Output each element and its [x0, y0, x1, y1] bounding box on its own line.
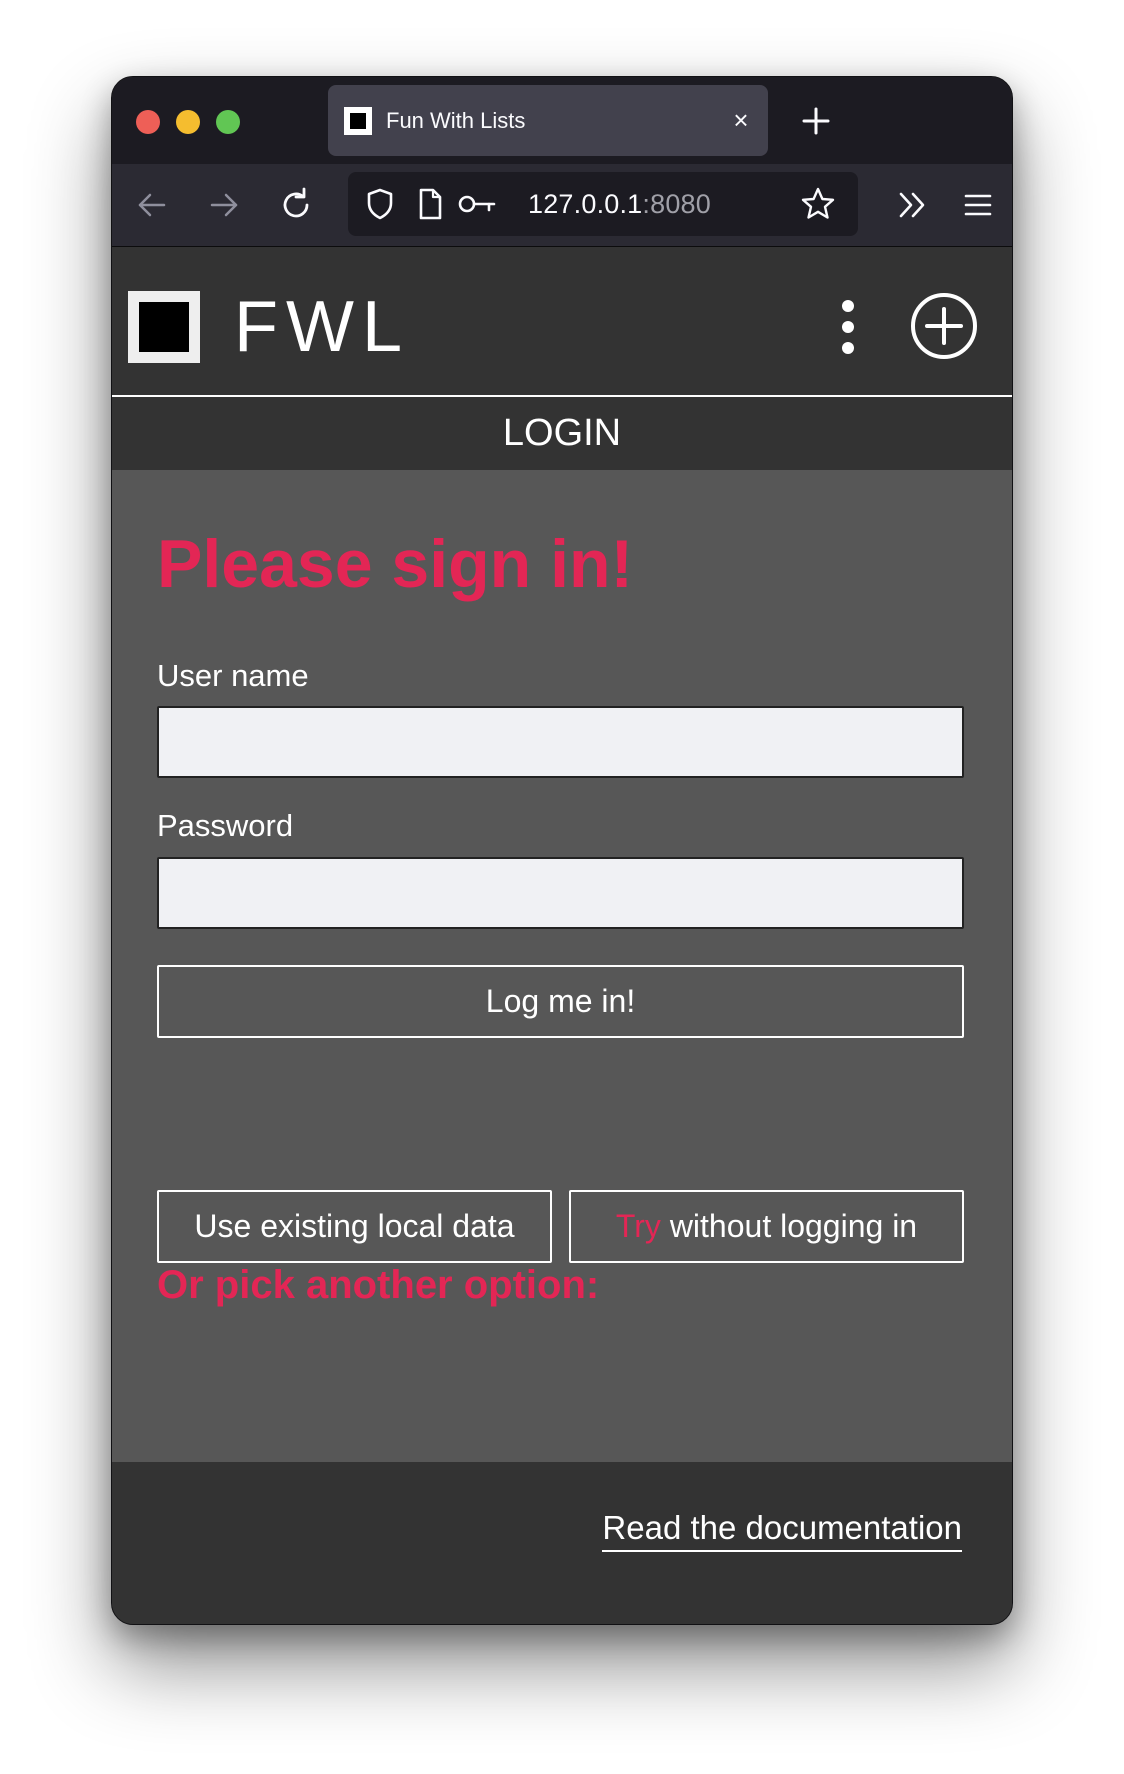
browser-window: Fun With Lists × 127.0.0.1:8080 FWL LOGI… [111, 76, 1013, 1625]
username-input[interactable] [157, 706, 964, 778]
minimize-window-button[interactable] [176, 110, 200, 134]
add-circle-icon[interactable] [909, 291, 979, 361]
forward-arrow-icon[interactable] [204, 185, 244, 225]
footer: Read the documentation [112, 1462, 1012, 1624]
more-options-icon[interactable] [828, 299, 868, 355]
try-rest-text: without logging in [660, 1208, 918, 1244]
tab-active[interactable]: Fun With Lists × [328, 85, 768, 156]
app-header: FWL [112, 247, 1012, 397]
username-label: User name [157, 658, 309, 693]
close-window-button[interactable] [136, 110, 160, 134]
documentation-link[interactable]: Read the documentation [602, 1508, 962, 1552]
page-icon[interactable] [410, 184, 450, 224]
zoom-window-button[interactable] [216, 110, 240, 134]
tab-title: Fun With Lists [386, 108, 526, 133]
app-logo-icon[interactable] [128, 291, 200, 363]
shield-icon[interactable] [360, 184, 400, 224]
nav-toolbar: 127.0.0.1:8080 [112, 164, 1012, 247]
login-button[interactable]: Log me in! [157, 965, 964, 1038]
section-title-bar: LOGIN [112, 397, 1012, 470]
reload-icon[interactable] [276, 185, 316, 225]
url-text[interactable]: 127.0.0.1:8080 [528, 188, 711, 220]
back-arrow-icon[interactable] [132, 185, 172, 225]
page-heading: Please sign in! [157, 526, 634, 602]
favicon-icon [344, 107, 372, 135]
password-input[interactable] [157, 857, 964, 929]
tab-bar: Fun With Lists × [112, 77, 1012, 164]
new-tab-icon[interactable] [794, 99, 838, 143]
key-icon[interactable] [456, 184, 500, 224]
hamburger-menu-icon[interactable] [958, 185, 998, 225]
bookmark-star-icon[interactable] [798, 184, 838, 224]
use-local-data-button[interactable]: Use existing local data [157, 1190, 552, 1263]
login-panel: Please sign in! User name Password Log m… [112, 470, 1012, 1462]
url-bar[interactable]: 127.0.0.1:8080 [348, 172, 858, 236]
app-logo-text[interactable]: FWL [234, 287, 410, 367]
overflow-chevrons-icon[interactable] [892, 185, 932, 225]
try-without-login-button[interactable]: Try without logging in [569, 1190, 964, 1263]
section-title: LOGIN [502, 412, 622, 454]
password-label: Password [157, 808, 294, 843]
alt-options-heading: Or pick another option: [157, 1263, 600, 1307]
tab-close-icon[interactable]: × [726, 105, 756, 135]
try-accent-text: Try [615, 1208, 661, 1244]
